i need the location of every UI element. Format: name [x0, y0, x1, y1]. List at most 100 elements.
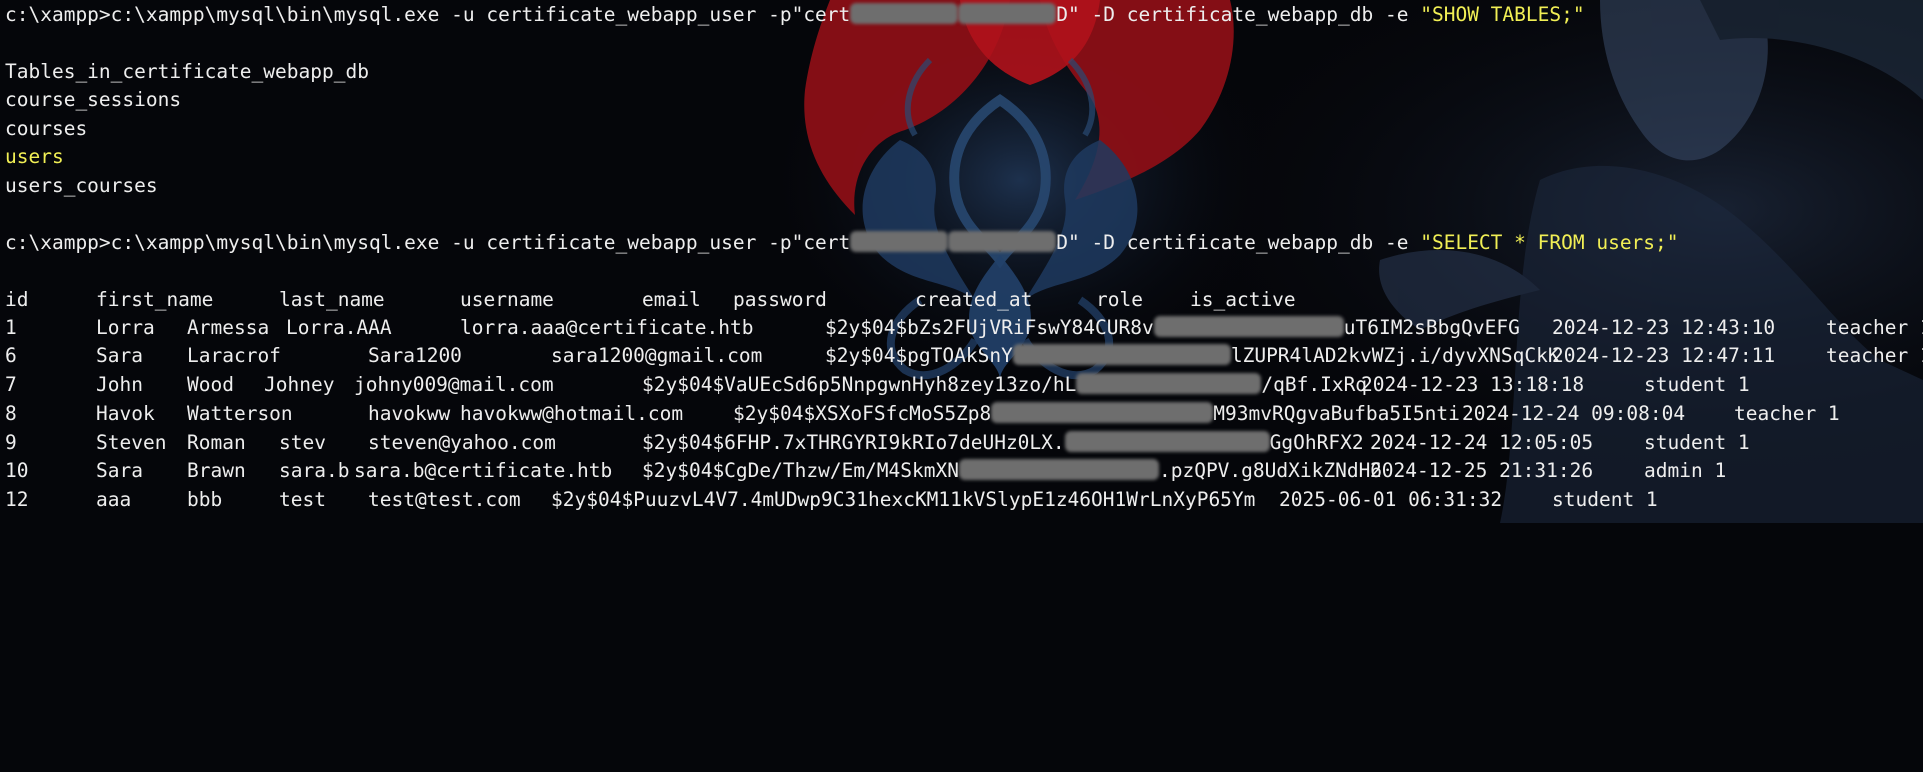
- terminal-output: c:\xampp>c:\xampp\mysql\bin\mysql.exe -u…: [0, 0, 1923, 523]
- cell-username: sara.b: [279, 459, 350, 482]
- command-line-show-tables: c:\xampp>c:\xampp\mysql\bin\mysql.exe -u…: [5, 1, 1585, 30]
- cell-role-active: student 1: [1552, 488, 1658, 511]
- column-header-role: role: [1096, 288, 1143, 311]
- column-header-username: username: [460, 288, 554, 311]
- cell-last-name: Laracrof: [187, 344, 281, 367]
- query-text: "SHOW TABLES;": [1420, 3, 1585, 26]
- redacted-block: [1064, 431, 1270, 452]
- command-line-select-users: c:\xampp>c:\xampp\mysql\bin\mysql.exe -u…: [5, 229, 1679, 258]
- password-visible-end: /qBf.IxRq: [1261, 373, 1368, 396]
- cell-first-name: aaa: [96, 488, 132, 511]
- command-text: c:\xampp>c:\xampp\mysql\bin\mysql.exe -u…: [5, 231, 851, 254]
- column-header-password: password: [733, 288, 827, 311]
- table-row: 6 Sara Laracrof Sara1200 sara1200@gmail.…: [0, 342, 1923, 371]
- password-visible-start: $2y$04$CgDe/Thzw/Em/M4SkmXN: [642, 459, 959, 482]
- cell-first-name: John: [96, 373, 143, 396]
- table-row: 10 Sara Brawn sara.b sara.b@certificate.…: [0, 457, 1923, 486]
- cell-role-active: teacher 1: [1826, 316, 1923, 339]
- cell-created-at: 2024-12-25 21:31:26: [1370, 459, 1594, 482]
- table-row: 1 Lorra Armessa Lorra.AAA lorra.aaa@cert…: [0, 314, 1923, 343]
- cell-role-active: teacher 1: [1734, 402, 1840, 425]
- password-visible-end: GgOhRFX2: [1269, 431, 1364, 454]
- cell-email: lorra.aaa@certificate.htb: [460, 316, 754, 339]
- redacted-block: [958, 3, 1057, 24]
- column-header-id: id: [5, 288, 29, 311]
- column-header-is-active: is_active: [1190, 288, 1296, 311]
- cell-email: johny009@mail.com: [354, 373, 554, 396]
- password-visible-start: $2y$04$XSXoFSfcMoS5Zp8: [733, 402, 992, 425]
- cell-first-name: Sara: [96, 344, 143, 367]
- table-row: 12 aaa bbb test test@test.com $2y$04$Puu…: [0, 486, 1923, 515]
- table-name-row: course_sessions: [5, 88, 182, 111]
- cell-created-at: 2025-06-01 06:31:32: [1279, 488, 1503, 511]
- cell-password: $2y$04$pgTOAkSnY lZUPR4lAD2kvWZj.i/dyvXNS…: [825, 342, 1560, 371]
- cell-last-name: Roman: [187, 431, 246, 454]
- query-text: "SELECT * FROM users;": [1420, 231, 1679, 254]
- cell-role-active: teacher 1: [1826, 344, 1923, 367]
- cell-password: $2y$04$CgDe/Thzw/Em/M4SkmXN .pzQPV.g8UdXi…: [642, 457, 1382, 486]
- table-row: 7 John Wood Johney johny009@mail.com $2y…: [0, 371, 1923, 400]
- column-header-first-name: first_name: [96, 288, 214, 311]
- table-name-row: users: [5, 145, 64, 168]
- cell-created-at: 2024-12-24 12:05:05: [1370, 431, 1594, 454]
- redacted-block: [850, 231, 949, 252]
- table-name-row: courses: [5, 117, 88, 140]
- table-row: 8 Havok Watterson havokww havokww@hotmai…: [0, 400, 1923, 429]
- redacted-block: [958, 459, 1159, 480]
- table-name-row: users_courses: [5, 174, 158, 197]
- password-visible-end: M93mvRQgvaBufba5I5nti: [1213, 402, 1460, 425]
- cell-password: $2y$04$XSXoFSfcMoS5Zp8 M93mvRQgvaBufba5I5…: [733, 400, 1460, 429]
- cell-id: 1: [5, 316, 17, 339]
- cell-email: sara1200@gmail.com: [551, 344, 763, 367]
- cell-email: steven@yahoo.com: [368, 431, 556, 454]
- password-visible-end: lZUPR4lAD2kvWZj.i/dyvXNSqCkK: [1230, 344, 1560, 367]
- command-text: D" -D certificate_webapp_db -e: [1056, 3, 1421, 26]
- column-header-last-name: last_name: [279, 288, 385, 311]
- redacted-block: [1012, 344, 1231, 365]
- users-table-header: id first_name last_name username email p…: [0, 286, 1923, 315]
- password-visible-end: uT6IM2sBbgQvEFG: [1343, 316, 1520, 339]
- password-visible-start: $2y$04$VaUEcSd6p5NnpgwnHyh8zey13zo/hL: [642, 373, 1077, 396]
- cell-email: sara.b@certificate.htb: [354, 459, 613, 482]
- cell-id: 10: [5, 459, 29, 482]
- cell-created-at: 2024-12-23 12:43:10: [1552, 316, 1776, 339]
- cell-id: 7: [5, 373, 17, 396]
- column-header-email: email: [642, 288, 701, 311]
- cell-created-at: 2024-12-24 09:08:04: [1462, 402, 1686, 425]
- cell-role-active: student 1: [1644, 373, 1750, 396]
- cell-role-active: admin 1: [1644, 459, 1727, 482]
- cell-username: test: [279, 488, 326, 511]
- cell-last-name: Brawn: [187, 459, 246, 482]
- cell-password: $2y$04$6FHP.7xTHRGYRI9kRIo7deUHz0LX. GgOh…: [642, 429, 1364, 458]
- cell-id: 6: [5, 344, 17, 367]
- password-visible-start: $2y$04$6FHP.7xTHRGYRI9kRIo7deUHz0LX.: [642, 431, 1065, 454]
- cell-last-name: Watterson: [187, 402, 293, 425]
- cell-id: 12: [5, 488, 29, 511]
- cell-username: Johney: [264, 373, 335, 396]
- password-visible-start: $2y$04$pgTOAkSnY: [825, 344, 1013, 367]
- cell-last-name: Armessa: [187, 316, 270, 339]
- cell-created-at: 2024-12-23 12:47:11: [1552, 344, 1776, 367]
- cell-first-name: Steven: [96, 431, 167, 454]
- cell-password: $2y$04$PuuzvL4V7.4mUDwp9C31hexcKM11kVSly…: [551, 488, 1256, 511]
- cell-email: havokww@hotmail.com: [460, 402, 684, 425]
- cell-email: test@test.com: [368, 488, 521, 511]
- cell-last-name: bbb: [187, 488, 223, 511]
- cell-first-name: Havok: [96, 402, 155, 425]
- cell-role-active: student 1: [1644, 431, 1750, 454]
- command-text: D" -D certificate_webapp_db -e: [1056, 231, 1421, 254]
- cell-first-name: Lorra: [96, 316, 155, 339]
- redacted-block: [850, 3, 959, 24]
- table-row: 9 Steven Roman stev steven@yahoo.com $2y…: [0, 429, 1923, 458]
- cell-username: Sara1200: [368, 344, 462, 367]
- redacted-block: [991, 402, 1214, 423]
- cell-created-at: 2024-12-23 13:18:18: [1361, 373, 1585, 396]
- command-text: c:\xampp>c:\xampp\mysql\bin\mysql.exe -u…: [5, 3, 851, 26]
- cell-username: Lorra.AAA: [286, 316, 392, 339]
- cell-first-name: Sara: [96, 459, 143, 482]
- cell-username: havokww: [368, 402, 451, 425]
- column-header-created-at: created_at: [915, 288, 1033, 311]
- cell-id: 9: [5, 431, 17, 454]
- cell-id: 8: [5, 402, 17, 425]
- password-visible-start: $2y$04$bZs2FUjVRiFswY84CUR8v: [825, 316, 1154, 339]
